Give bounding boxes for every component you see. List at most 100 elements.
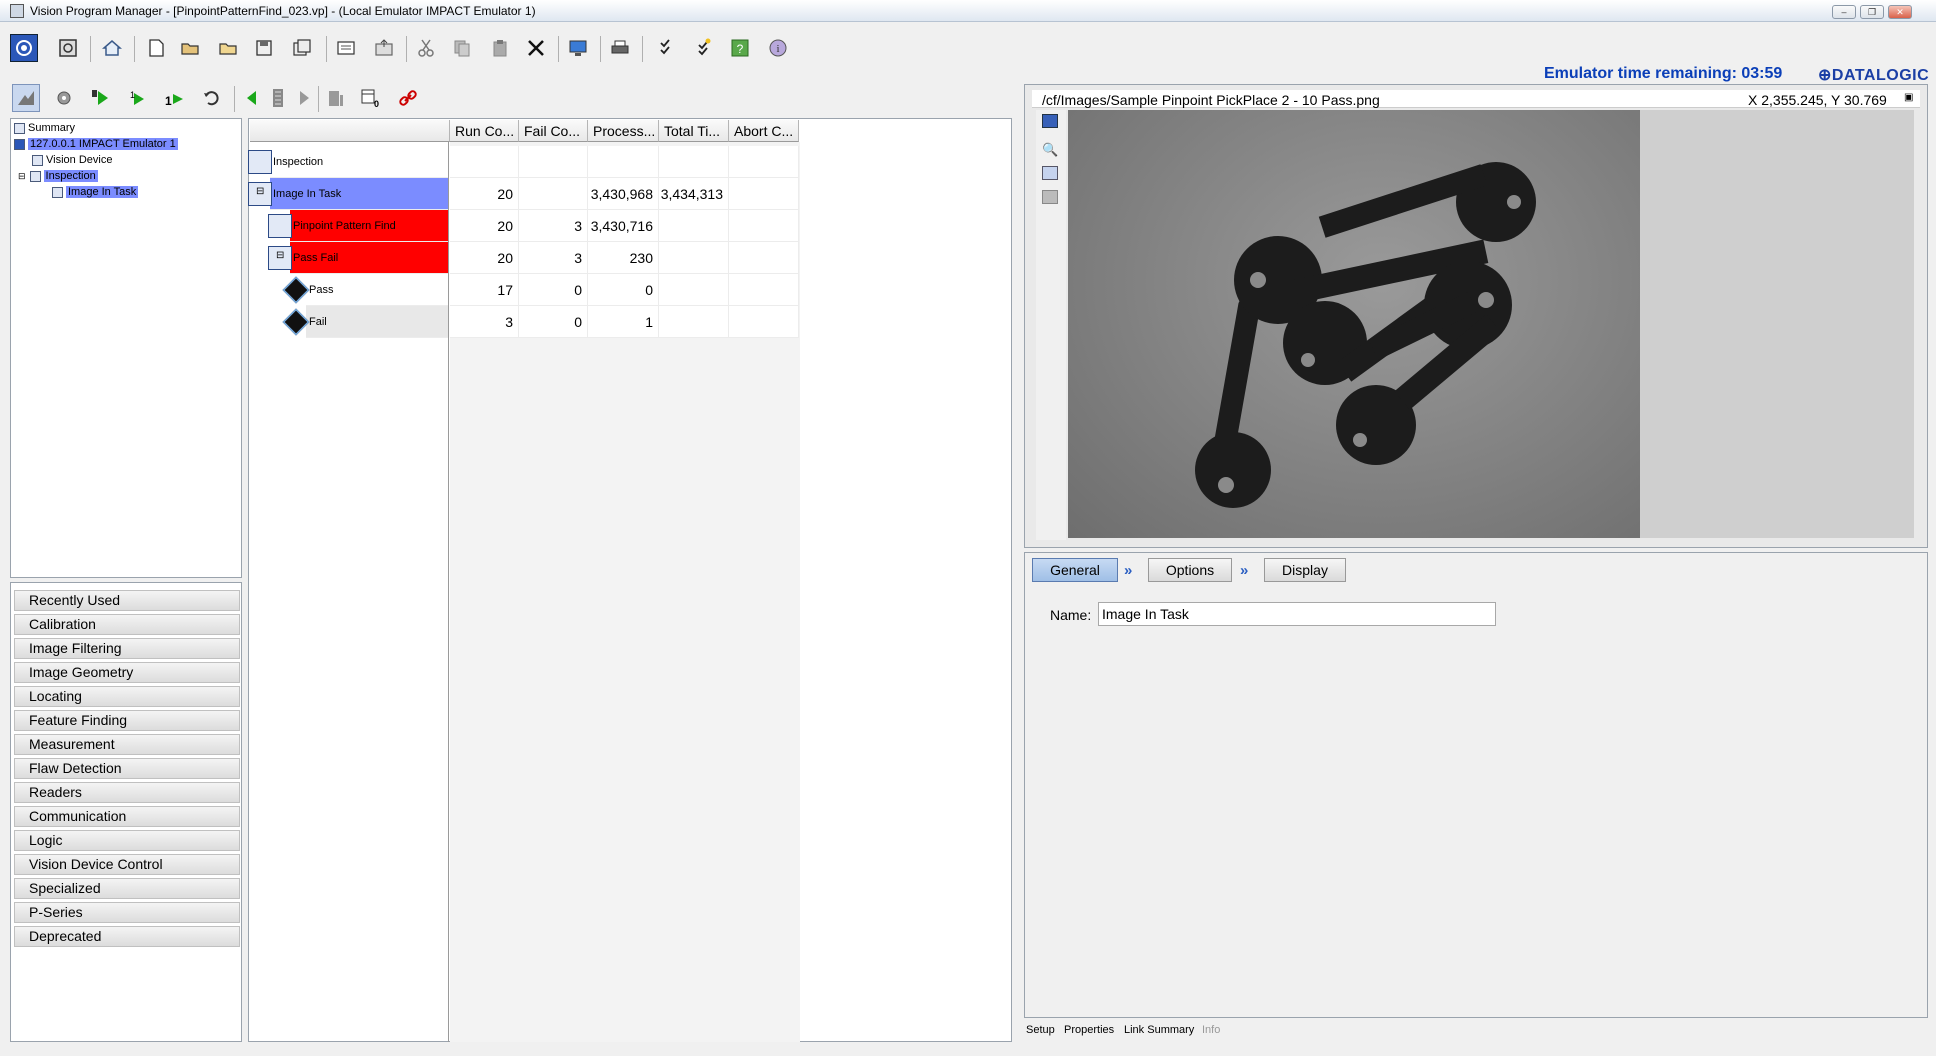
tab-options[interactable]: Options [1148,558,1232,582]
restore-button[interactable]: ❐ [1860,5,1884,19]
collapse-icon[interactable]: ⊟ [18,171,26,182]
tool-icon [248,150,272,174]
bottom-tab[interactable]: Link Summary [1124,1024,1194,1036]
category-item[interactable]: Measurement [14,734,240,755]
category-item[interactable]: Flaw Detection [14,758,240,779]
edit-mode-icon[interactable] [12,84,40,112]
grid-column-header[interactable]: Fail Co... [519,120,588,142]
category-item[interactable]: Readers [14,782,240,803]
category-item[interactable]: Image Filtering [14,638,240,659]
grid-column-header[interactable]: Total Ti... [659,120,729,142]
svg-text:i: i [776,43,779,55]
grid-cell-run [450,146,519,178]
zoom-icon[interactable]: 🔍 [1042,142,1058,158]
export-icon[interactable] [370,34,398,62]
help-icon[interactable]: ? [726,34,754,62]
category-item[interactable]: Logic [14,830,240,851]
camera-icon[interactable] [10,34,38,62]
loop-icon[interactable] [198,84,226,112]
category-item[interactable]: Vision Device Control [14,854,240,875]
category-item[interactable]: Recently Used [14,590,240,611]
chevron-right-icon: » [1124,562,1133,579]
tree-item-summary[interactable]: Summary [14,121,75,135]
grid-row-label: Fail [309,316,327,328]
checklist-icon[interactable] [652,34,680,62]
category-item[interactable]: Feature Finding [14,710,240,731]
checklist-star-icon[interactable] [690,34,718,62]
category-item[interactable]: Locating [14,686,240,707]
monitor-icon[interactable] [564,34,592,62]
grid-column-header[interactable]: Abort C... [729,120,799,142]
paste-icon[interactable] [486,34,514,62]
copy-icon[interactable] [448,34,476,62]
next-image-icon[interactable] [290,84,318,112]
tree-item-inspection[interactable]: ⊟ Inspection [18,169,98,183]
print-icon[interactable] [606,34,634,62]
cut-icon[interactable] [412,34,440,62]
tab-general[interactable]: General [1032,558,1118,582]
grid-divider [448,142,449,1042]
category-item[interactable]: Image Geometry [14,662,240,683]
save-all-icon[interactable] [288,34,316,62]
collapse-icon[interactable]: ⊟ [256,186,264,197]
gear-run-icon[interactable] [50,84,78,112]
bottom-tab[interactable]: Properties [1064,1024,1114,1036]
category-item[interactable]: Specialized [14,878,240,899]
name-input[interactable] [1098,602,1496,626]
run-step-icon[interactable]: 1 [160,84,188,112]
run-toolbar: 1 1 0 [0,80,1010,116]
grid-cell-abort [729,306,799,338]
category-item[interactable]: Deprecated [14,926,240,947]
image-select-icon[interactable] [1042,114,1058,128]
home-icon[interactable] [98,34,126,62]
grid-row-label: Pinpoint Pattern Find [293,220,396,232]
open-folder-icon[interactable] [176,34,204,62]
category-item[interactable]: P-Series [14,902,240,923]
collapse-icon[interactable]: ⊟ [276,250,284,261]
close-button[interactable]: ✕ [1888,5,1912,19]
bottom-tab[interactable]: Setup [1026,1024,1055,1036]
grid-column-header[interactable]: Run Co... [450,120,519,142]
stop-icon[interactable] [54,34,82,62]
grid-row-name-cell[interactable] [306,306,448,338]
datalogic-logo: ⊕DATALOGIC [1818,67,1930,84]
filmstrip-icon[interactable] [264,84,292,112]
category-item[interactable]: Calibration [14,614,240,635]
record-icon[interactable] [322,84,350,112]
grid-cell-abort [729,210,799,242]
image-overlay-icon[interactable] [1042,190,1058,204]
info-icon[interactable]: i [764,34,792,62]
device-icon [14,138,25,150]
maximize-view-icon[interactable]: ▣ [1904,92,1913,103]
run-once-icon[interactable]: 1 [122,84,150,112]
tab-display[interactable]: Display [1264,558,1346,582]
category-item[interactable]: Communication [14,806,240,827]
bottom-tab[interactable]: Info [1202,1024,1220,1036]
emulator-time-remaining: Emulator time remaining: 03:59 [1544,65,1783,82]
image-fit-icon[interactable] [1042,166,1058,180]
grid-cell-run: 20 [450,242,519,274]
save-icon[interactable] [250,34,278,62]
vision-device-icon [32,154,43,166]
tree-item-image-in-task[interactable]: Image In Task [52,185,139,199]
minimize-button[interactable]: – [1832,5,1856,19]
svg-text:1: 1 [130,90,135,100]
delete-icon[interactable] [522,34,550,62]
grid-cell-total [659,274,729,306]
grid-cell-fail [519,178,588,210]
image-path-bar: /cf/Images/Sample Pinpoint PickPlace 2 -… [1032,90,1920,108]
grid-column-header[interactable]: Process... [588,120,659,142]
grid-cell-fail: 0 [519,306,588,338]
new-file-icon[interactable] [142,34,170,62]
inspection-image[interactable] [1068,110,1640,538]
run-icon[interactable] [86,84,114,112]
separator [318,86,319,112]
tree-item-device[interactable]: 127.0.0.1 IMPACT Emulator 1 [14,137,178,151]
link-icon[interactable] [394,84,422,112]
tree-item-vision-device[interactable]: Vision Device [32,153,112,167]
folder-icon[interactable] [214,34,242,62]
calendar-counter-icon[interactable]: 0 [356,84,384,112]
grid-cell-abort [729,242,799,274]
prev-image-icon[interactable] [238,84,266,112]
import-icon[interactable] [332,34,360,62]
